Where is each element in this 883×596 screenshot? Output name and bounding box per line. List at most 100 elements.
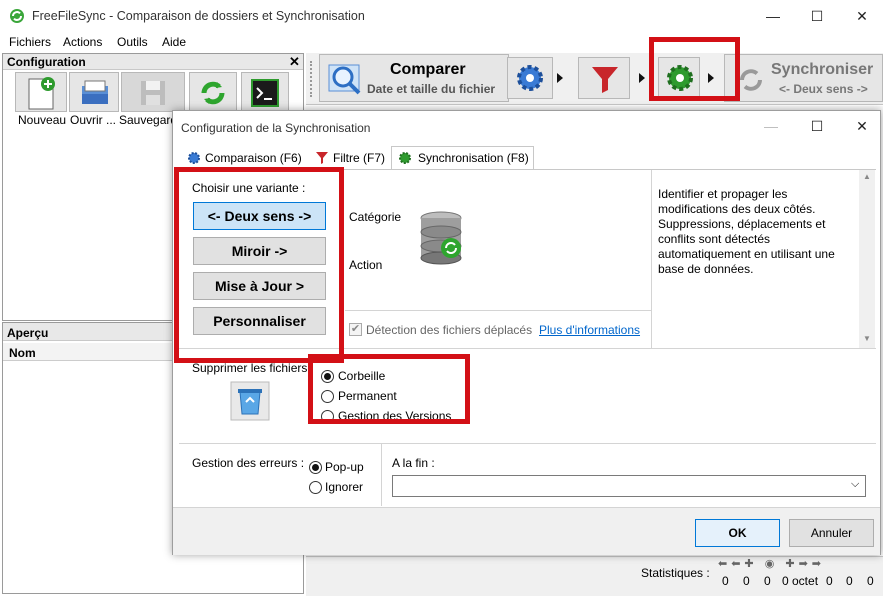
ok-button[interactable]: OK	[695, 519, 780, 547]
synchronize-button[interactable]: Synchroniser <- Deux sens ->	[724, 54, 883, 102]
overview-panel-title: Aperçu	[7, 326, 49, 340]
main-toolbar: Comparer Date et taille du fichier Synch…	[306, 53, 883, 105]
save-config-button[interactable]	[121, 72, 185, 112]
scroll-down-icon[interactable]: ▼	[863, 334, 871, 343]
category-label: Catégorie	[349, 210, 402, 224]
description-line: Suppressions, déplacements et	[658, 217, 826, 231]
error-ignore-label: Ignorer	[325, 480, 364, 494]
refresh-button[interactable]	[189, 72, 237, 112]
compare-title: Comparer	[390, 61, 466, 78]
description-line: conflits sont détectés	[658, 232, 771, 246]
detect-moved-label: Détection des fichiers déplacés	[366, 323, 533, 337]
description-line: Identifier et propager les	[658, 187, 788, 201]
errors-separator	[381, 444, 382, 506]
on-finish-combobox[interactable]: ⌵	[392, 475, 866, 497]
tab-filter-label: Filtre (F7)	[333, 151, 385, 165]
middle-separator	[345, 310, 651, 311]
compare-button[interactable]: Comparer Date et taille du fichier	[319, 54, 509, 102]
detect-moved-checkbox[interactable]: ✔	[349, 323, 362, 336]
gear-blue-icon	[188, 152, 200, 164]
toolbar-grip	[310, 61, 313, 97]
menu-fichiers[interactable]: Fichiers	[9, 35, 51, 49]
filter-button[interactable]	[578, 57, 630, 99]
title-bar: FreeFileSync - Comparaison de dossiers e…	[0, 0, 883, 33]
maximize-icon[interactable]: ☐	[807, 8, 827, 25]
action-label: Action	[349, 258, 383, 272]
column-name: Nom	[9, 346, 36, 360]
compare-subtitle: Date et taille du fichier	[367, 82, 496, 96]
synchronize-title: Synchroniser	[771, 61, 874, 78]
open-config-label: Ouvrir ...	[70, 113, 117, 127]
dialog-button-bar: OK Annuler	[173, 507, 880, 555]
scroll-up-icon[interactable]: ▲	[863, 172, 871, 181]
stat-count-6: 0	[867, 574, 874, 588]
recycle-bin-icon	[230, 381, 270, 421]
config-panel-header: Configuration ✕	[3, 54, 303, 70]
gear-green-icon	[399, 152, 411, 164]
delete-options-highlight	[308, 354, 470, 424]
stat-count-bytes: 0 octet	[782, 574, 819, 588]
description-separator	[651, 170, 652, 348]
menu-aide[interactable]: Aide	[162, 35, 186, 49]
on-finish-label: A la fin :	[392, 456, 435, 470]
database-icon	[420, 211, 462, 265]
description-scrollbar[interactable]: ▲ ▼	[859, 170, 875, 348]
error-popup-radio[interactable]	[309, 461, 322, 474]
minimize-icon[interactable]: —	[763, 8, 783, 24]
statistics-label: Statistiques :	[641, 566, 710, 580]
errors-label: Gestion des erreurs :	[192, 456, 305, 470]
dialog-maximize-icon[interactable]: ☐	[807, 118, 827, 135]
open-config-button[interactable]	[69, 72, 119, 112]
error-ignore-radio[interactable]	[309, 481, 322, 494]
dialog-title: Configuration de la Synchronisation	[181, 121, 371, 135]
stat-count-2: 0	[764, 574, 771, 588]
delete-label: Supprimer les fichiers	[192, 361, 308, 375]
open-file-icon	[82, 80, 108, 104]
tab-synchronization[interactable]: Synchronisation (F8)	[391, 146, 534, 170]
menu-actions[interactable]: Actions	[63, 35, 102, 49]
description-line: base de données.	[658, 262, 754, 276]
stat-count-0: 0	[722, 574, 729, 588]
description-line: modifications des deux côtés.	[658, 202, 816, 216]
sync-icon	[201, 81, 225, 105]
description-line: automatiquement en utilisant une	[658, 247, 835, 261]
new-config-label: Nouveau	[18, 113, 67, 127]
window-title: FreeFileSync - Comparaison de dossiers e…	[32, 9, 365, 23]
variant-highlight	[174, 167, 344, 363]
save-config-label: Sauvegarder	[119, 113, 177, 127]
close-icon[interactable]: ✕	[852, 8, 872, 25]
sync-settings-highlight	[649, 37, 740, 101]
stat-count-1: 0	[743, 574, 750, 588]
new-file-icon	[28, 77, 55, 110]
dialog-minimize-icon[interactable]: —	[761, 118, 781, 134]
dialog-close-icon[interactable]: ✕	[852, 118, 872, 135]
compare-settings-button[interactable]	[507, 57, 553, 99]
menu-outils[interactable]: Outils	[117, 35, 148, 49]
filter-icon	[592, 67, 618, 93]
synchronize-subtitle: <- Deux sens ->	[779, 82, 868, 96]
stat-count-4: 0	[826, 574, 833, 588]
gear-blue-icon	[517, 65, 543, 91]
tab-comparison-label: Comparaison (F6)	[205, 151, 302, 165]
cancel-button[interactable]: Annuler	[789, 519, 874, 547]
more-info-link[interactable]: Plus d'informations	[539, 323, 640, 337]
filter-icon	[316, 152, 328, 164]
compare-menu-arrow[interactable]	[557, 73, 563, 83]
close-panel-icon[interactable]: ✕	[289, 54, 300, 70]
chevron-down-icon: ⌵	[851, 478, 860, 490]
error-popup-label: Pop-up	[325, 460, 364, 474]
batch-job-button[interactable]	[241, 72, 289, 112]
app-icon	[9, 8, 25, 27]
save-icon	[141, 81, 165, 105]
new-config-button[interactable]	[15, 72, 67, 112]
status-bar: Statistiques : ⬅⬅✚ ◉ ✚➡➡ 0 0 0 0 octet 0…	[306, 556, 883, 596]
stat-count-5: 0	[846, 574, 853, 588]
config-panel-title: Configuration	[7, 55, 86, 69]
description-text: Identifier et propager les modifications…	[658, 187, 854, 277]
filter-menu-arrow[interactable]	[639, 73, 645, 83]
tab-synchronization-label: Synchronisation (F8)	[418, 151, 529, 165]
stat-icons: ⬅⬅✚ ◉ ✚➡➡	[718, 558, 826, 570]
magnifier-icon	[328, 64, 361, 95]
terminal-icon	[251, 79, 279, 107]
menu-bar: Fichiers Actions Outils Aide	[0, 33, 883, 53]
